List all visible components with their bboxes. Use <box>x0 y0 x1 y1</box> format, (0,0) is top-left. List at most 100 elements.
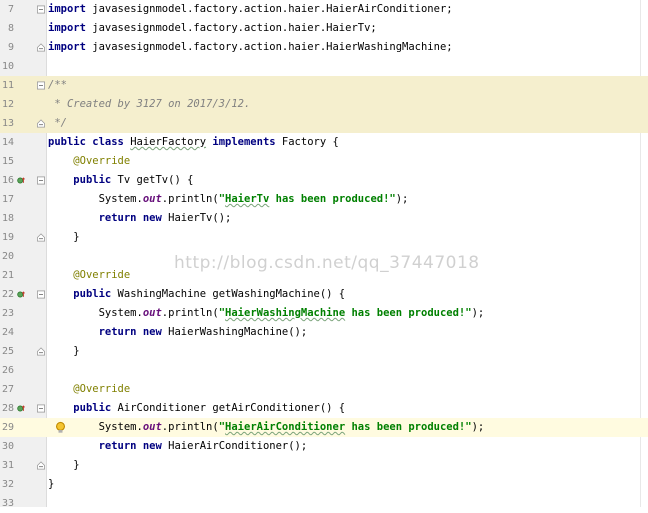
code-token: System. <box>48 307 143 319</box>
code-token: .println( <box>161 307 219 319</box>
code-token: javasesignmodel.factory.action.haier.Hai… <box>85 3 453 15</box>
code-line[interactable]: 26 <box>0 361 648 380</box>
line-number: 26 <box>1 365 14 376</box>
fold-end-icon[interactable] <box>37 347 45 356</box>
code-line[interactable]: 10 <box>0 57 648 76</box>
code-token: javasesignmodel.factory.action.haier.Hai… <box>85 41 453 53</box>
line-number: 17 <box>1 194 14 205</box>
code-token: return new <box>98 326 162 338</box>
code-token: @Override <box>73 383 131 395</box>
code-line[interactable]: 7 import javasesignmodel.factory.action.h… <box>0 0 648 19</box>
code-line[interactable]: 9 import javasesignmodel.factory.action.h… <box>0 38 648 57</box>
fold-end-icon[interactable] <box>37 461 45 470</box>
code-token: WashingMachine getWashingMachine() { <box>111 288 346 300</box>
code-line[interactable]: 24 return new HaierWashingMachine(); <box>0 323 648 342</box>
code-token: public class <box>48 136 131 148</box>
code-line[interactable]: 13 */ <box>0 114 648 133</box>
code-token: import <box>48 3 86 15</box>
code-line[interactable]: 32} <box>0 475 648 494</box>
code-text: @Override <box>48 152 130 171</box>
line-number: 15 <box>1 156 14 167</box>
code-token: HaierFactory <box>130 136 207 148</box>
line-number: 18 <box>1 213 14 224</box>
code-token: HaierWashingMachine <box>225 307 346 319</box>
line-number: 29 <box>1 422 14 433</box>
implements-method-icon[interactable] <box>17 176 25 185</box>
code-text: return new HaierAirConditioner(); <box>48 437 308 456</box>
code-line[interactable]: 12 * Created by 3127 on 2017/3/12. <box>0 95 648 114</box>
fold-end-icon[interactable] <box>37 43 45 52</box>
code-line[interactable]: 8 import javasesignmodel.factory.action.h… <box>0 19 648 38</box>
code-line[interactable]: 11 /** <box>0 76 648 95</box>
code-token: ); <box>395 193 409 205</box>
code-token: } <box>48 478 55 490</box>
code-token: has been produced!" <box>345 307 472 319</box>
line-number: 31 <box>1 460 14 471</box>
code-line[interactable]: 27 @Override <box>0 380 648 399</box>
code-text: import javasesignmodel.factory.action.ha… <box>48 0 453 19</box>
code-line[interactable]: 17 System.out.println("HaierTv has been … <box>0 190 648 209</box>
code-token: HaierTv(); <box>161 212 232 224</box>
code-line[interactable]: 16 public Tv getTv() { <box>0 171 648 190</box>
line-number: 14 <box>1 137 14 148</box>
code-token: public <box>73 288 112 300</box>
code-text: System.out.println("HaierWashingMachine … <box>48 304 485 323</box>
code-token: } <box>48 345 80 357</box>
fold-end-icon[interactable] <box>37 119 45 128</box>
code-line[interactable]: 19 } <box>0 228 648 247</box>
code-token: has been produced!" <box>269 193 396 205</box>
code-token: } <box>48 459 80 471</box>
code-editor[interactable]: 7 import javasesignmodel.factory.action.h… <box>0 0 648 509</box>
code-text: System.out.println("HaierTv has been pro… <box>48 190 409 209</box>
code-line[interactable]: 23 System.out.println("HaierWashingMachi… <box>0 304 648 323</box>
watermark-text: http://blog.csdn.net/qq_37447018 <box>174 253 480 273</box>
code-token: has been produced!" <box>345 421 472 433</box>
code-text: * Created by 3127 on 2017/3/12. <box>48 95 250 114</box>
code-text: } <box>48 475 54 494</box>
code-line[interactable]: 31 } <box>0 456 648 475</box>
implements-method-icon[interactable] <box>17 290 25 299</box>
line-number: 16 <box>1 175 14 186</box>
code-line[interactable]: 30 return new HaierAirConditioner(); <box>0 437 648 456</box>
code-text: import javasesignmodel.factory.action.ha… <box>48 38 453 57</box>
code-token: Factory { <box>275 136 339 148</box>
line-number: 10 <box>1 61 14 72</box>
code-token: HaierAirConditioner(); <box>161 440 308 452</box>
code-line[interactable]: 33 <box>0 494 648 513</box>
fold-collapse-icon[interactable] <box>37 404 45 413</box>
code-token: implements <box>212 136 276 148</box>
line-number: 28 <box>1 403 14 414</box>
fold-end-icon[interactable] <box>37 233 45 242</box>
line-number: 25 <box>1 346 14 357</box>
code-text: /** <box>48 76 67 95</box>
code-line[interactable]: 29 System.out.println("HaierAirCondition… <box>0 418 648 437</box>
code-token: System. <box>48 421 143 433</box>
fold-collapse-icon[interactable] <box>37 81 45 90</box>
line-number: 11 <box>1 80 14 91</box>
implements-method-icon[interactable] <box>17 404 25 413</box>
code-line[interactable]: 18 return new HaierTv(); <box>0 209 648 228</box>
code-text: public WashingMachine getWashingMachine(… <box>48 285 345 304</box>
code-line[interactable]: 28 public AirConditioner getAirCondition… <box>0 399 648 418</box>
code-text: import javasesignmodel.factory.action.ha… <box>48 19 377 38</box>
fold-collapse-icon[interactable] <box>37 290 45 299</box>
code-token: out <box>142 421 162 433</box>
line-number: 24 <box>1 327 14 338</box>
fold-collapse-icon[interactable] <box>37 176 45 185</box>
code-line[interactable]: 14 public class HaierFactory implements F… <box>0 133 648 152</box>
code-line[interactable]: 15 @Override <box>0 152 648 171</box>
code-line[interactable]: 22 public WashingMachine getWashingMachi… <box>0 285 648 304</box>
code-token: */ <box>48 117 67 129</box>
code-token: @Override <box>73 155 131 167</box>
code-token: Tv getTv() { <box>111 174 194 186</box>
fold-collapse-icon[interactable] <box>37 5 45 14</box>
code-token: ); <box>471 307 485 319</box>
code-line[interactable]: 25 } <box>0 342 648 361</box>
code-token: * Created by 3127 on 2017/3/12. <box>48 98 251 110</box>
code-text: */ <box>48 114 67 133</box>
